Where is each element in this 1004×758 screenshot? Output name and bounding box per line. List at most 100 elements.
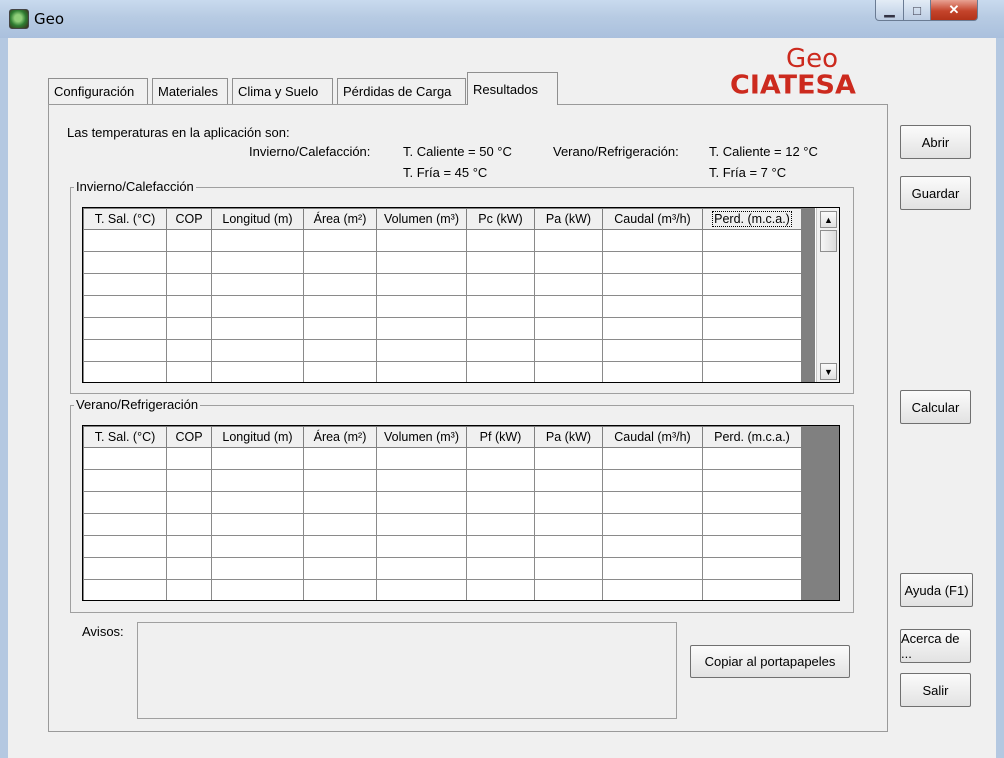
table-cell[interactable] <box>166 469 212 492</box>
table-cell[interactable] <box>376 339 467 362</box>
table-row[interactable] <box>83 557 802 580</box>
table-cell[interactable] <box>534 469 603 492</box>
table-cell[interactable] <box>466 295 535 318</box>
table-cell[interactable] <box>466 447 535 470</box>
table-cell[interactable] <box>702 557 802 580</box>
table-cell[interactable] <box>83 339 167 362</box>
table-cell[interactable] <box>466 491 535 514</box>
table-cell[interactable] <box>702 339 802 362</box>
table-cell[interactable] <box>466 251 535 274</box>
table-cell[interactable] <box>303 491 377 514</box>
table-cell[interactable] <box>211 295 304 318</box>
table-cell[interactable] <box>376 491 467 514</box>
tab-resultados[interactable]: Resultados <box>467 72 558 105</box>
table-cell[interactable] <box>83 469 167 492</box>
table-cell[interactable] <box>83 535 167 558</box>
close-button[interactable]: ✕ <box>930 0 978 21</box>
table-row[interactable] <box>83 251 802 274</box>
table-row[interactable] <box>83 469 802 492</box>
table-cell[interactable] <box>534 229 603 252</box>
table-cell[interactable] <box>466 579 535 600</box>
table-cell[interactable] <box>376 361 467 382</box>
col-header-pf[interactable]: Pf (kW) <box>466 426 535 448</box>
col-header-pc[interactable]: Pc (kW) <box>466 208 535 230</box>
title-bar[interactable] <box>0 0 1004 38</box>
open-button[interactable]: Abrir <box>900 125 971 159</box>
table-cell[interactable] <box>534 273 603 296</box>
col-header-perd[interactable]: Perd. (m.c.a.) <box>702 426 802 448</box>
save-button[interactable]: Guardar <box>900 176 971 210</box>
table-cell[interactable] <box>534 491 603 514</box>
calculate-button[interactable]: Calcular <box>900 390 971 424</box>
table-cell[interactable] <box>211 491 304 514</box>
table-cell[interactable] <box>376 557 467 580</box>
table-cell[interactable] <box>166 557 212 580</box>
table-cell[interactable] <box>466 361 535 382</box>
table-row[interactable] <box>83 447 802 470</box>
scroll-down-button[interactable]: ▼ <box>820 363 837 380</box>
table-row[interactable] <box>83 229 802 252</box>
table-cell[interactable] <box>211 469 304 492</box>
table-cell[interactable] <box>83 229 167 252</box>
col-header-perd[interactable]: Perd. (m.c.a.) <box>702 208 802 230</box>
table-cell[interactable] <box>702 361 802 382</box>
col-header-longitud[interactable]: Longitud (m) <box>211 426 304 448</box>
table-cell[interactable] <box>534 535 603 558</box>
col-header-volumen[interactable]: Volumen (m³) <box>376 208 467 230</box>
col-header-area[interactable]: Área (m²) <box>303 426 377 448</box>
table-cell[interactable] <box>166 273 212 296</box>
table-row[interactable] <box>83 273 802 296</box>
table-cell[interactable] <box>83 251 167 274</box>
table-cell[interactable] <box>602 447 703 470</box>
table-cell[interactable] <box>466 557 535 580</box>
table-cell[interactable] <box>702 491 802 514</box>
table-cell[interactable] <box>534 447 603 470</box>
col-header-t-sal[interactable]: T. Sal. (°C) <box>83 426 167 448</box>
table-cell[interactable] <box>534 579 603 600</box>
table-cell[interactable] <box>83 513 167 536</box>
table-row[interactable] <box>83 339 802 362</box>
table-cell[interactable] <box>303 579 377 600</box>
table-cell[interactable] <box>602 513 703 536</box>
table-cell[interactable] <box>166 535 212 558</box>
table-cell[interactable] <box>602 229 703 252</box>
table-cell[interactable] <box>602 557 703 580</box>
table-row[interactable] <box>83 579 802 600</box>
table-cell[interactable] <box>211 579 304 600</box>
table-cell[interactable] <box>211 273 304 296</box>
table-cell[interactable] <box>534 295 603 318</box>
col-header-pa[interactable]: Pa (kW) <box>534 208 603 230</box>
table-cell[interactable] <box>466 317 535 340</box>
table-row[interactable] <box>83 361 802 382</box>
table-cell[interactable] <box>303 557 377 580</box>
table-cell[interactable] <box>602 491 703 514</box>
table-cell[interactable] <box>83 579 167 600</box>
table-row[interactable] <box>83 295 802 318</box>
table-cell[interactable] <box>211 251 304 274</box>
scroll-thumb[interactable] <box>820 230 837 252</box>
table-cell[interactable] <box>166 491 212 514</box>
table-cell[interactable] <box>166 513 212 536</box>
col-header-volumen[interactable]: Volumen (m³) <box>376 426 467 448</box>
table-cell[interactable] <box>211 317 304 340</box>
tab-materiales[interactable]: Materiales <box>152 78 228 104</box>
table-cell[interactable] <box>702 469 802 492</box>
table-cell[interactable] <box>702 273 802 296</box>
table-cell[interactable] <box>702 513 802 536</box>
table-cell[interactable] <box>534 557 603 580</box>
tab-configuracion[interactable]: Configuración <box>48 78 148 104</box>
table-cell[interactable] <box>602 317 703 340</box>
exit-button[interactable]: Salir <box>900 673 971 707</box>
table-cell[interactable] <box>376 535 467 558</box>
table-cell[interactable] <box>376 469 467 492</box>
table-cell[interactable] <box>702 317 802 340</box>
table-row[interactable] <box>83 491 802 514</box>
table-cell[interactable] <box>303 535 377 558</box>
table-cell[interactable] <box>303 469 377 492</box>
table-cell[interactable] <box>83 447 167 470</box>
table-cell[interactable] <box>83 273 167 296</box>
table-cell[interactable] <box>466 469 535 492</box>
table-cell[interactable] <box>534 339 603 362</box>
table-cell[interactable] <box>376 229 467 252</box>
table-cell[interactable] <box>376 251 467 274</box>
